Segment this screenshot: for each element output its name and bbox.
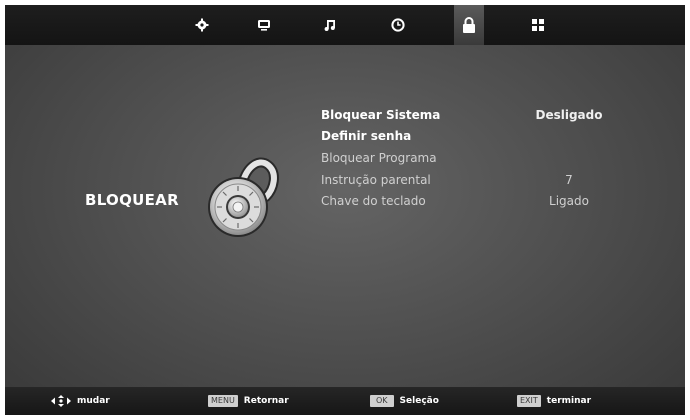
hint-exit: EXIT terminar — [517, 387, 591, 415]
hint-text: Retornar — [243, 396, 289, 406]
combination-lock-icon — [208, 157, 279, 237]
setting-row-program-lock[interactable]: Bloquear Programa — [321, 151, 621, 171]
setting-value: Desligado — [535, 108, 603, 122]
hint-text: Seleção — [399, 396, 439, 406]
page-title: BLOQUEAR — [85, 191, 179, 209]
setting-label: Bloquear Programa — [321, 151, 437, 165]
hint-text: mudar — [77, 396, 110, 406]
setting-label: Bloquear Sistema — [321, 108, 441, 122]
menu-key-badge: MENU — [208, 395, 238, 407]
top-menu-bar — [5, 5, 685, 45]
setting-label: Chave do teclado — [321, 194, 426, 208]
exit-key-badge: EXIT — [517, 395, 541, 407]
menu-tab-options[interactable] — [523, 5, 553, 45]
directional-arrows-icon — [51, 395, 71, 407]
lock-icon — [463, 17, 475, 33]
setting-value: Ligado — [549, 194, 589, 208]
grid-icon — [532, 19, 544, 31]
ok-key-badge: OK — [370, 395, 394, 407]
hint-text: terminar — [546, 396, 592, 406]
tv-screen-icon — [258, 20, 270, 31]
menu-tab-sound[interactable] — [315, 5, 345, 45]
music-note-icon — [324, 20, 335, 31]
menu-tab-lock[interactable] — [454, 5, 484, 45]
menu-tab-time[interactable] — [383, 5, 413, 45]
setting-row-set-password[interactable]: Definir senha — [321, 129, 621, 149]
gear-icon — [195, 18, 209, 32]
setting-value: 7 — [565, 173, 573, 187]
hint-back: MENU Retornar — [208, 387, 289, 415]
setting-label: Definir senha — [321, 129, 412, 143]
tv-screen: BLOQUEAR Bloquear Sistema Desligado Defi… — [5, 5, 685, 415]
clock-icon — [391, 18, 405, 32]
menu-tab-picture[interactable] — [249, 5, 279, 45]
setting-row-system-lock[interactable]: Bloquear Sistema Desligado — [321, 108, 621, 128]
menu-tab-settings[interactable] — [187, 5, 217, 45]
setting-label: Instrução parental — [321, 173, 431, 187]
hint-select: OK Seleção — [370, 387, 439, 415]
hint-move: mudar — [51, 387, 110, 415]
setting-row-parental-guidance[interactable]: Instrução parental 7 — [321, 173, 621, 193]
setting-row-keypad-lock[interactable]: Chave do teclado Ligado — [321, 194, 621, 214]
bottom-hint-bar: mudar MENU Retornar OK Seleção EXIT term… — [5, 387, 685, 415]
